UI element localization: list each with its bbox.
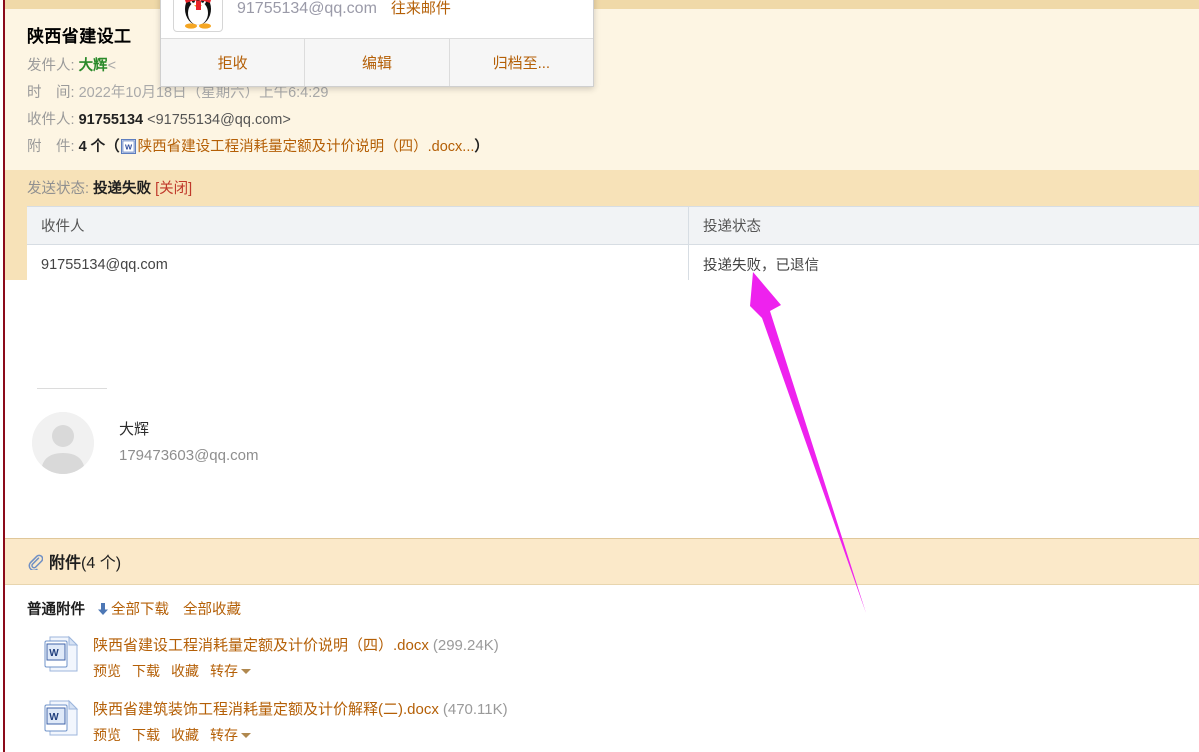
- save-to-link[interactable]: 转存: [210, 663, 238, 679]
- attachments-header: 附件(4 个): [5, 538, 1199, 585]
- chevron-down-icon[interactable]: [241, 733, 251, 738]
- delivery-status-close-link[interactable]: [关闭]: [155, 181, 192, 197]
- column-header-recipient: 收件人: [27, 206, 689, 245]
- contact-email: 91755134@qq.com: [237, 0, 377, 17]
- paperclip-icon: [27, 554, 44, 572]
- attachment-size: (299.24K): [432, 637, 499, 654]
- list-item: W 陕西省建筑装饰工程消耗量定额及计价解释(二).docx (470.11K) 预…: [27, 697, 1199, 747]
- attachment-info: 陕西省建筑装饰工程消耗量定额及计价解释(二).docx (470.11K) 预览下…: [93, 697, 508, 747]
- word-doc-icon: W: [120, 137, 136, 154]
- mail-header: 陕西省建设工 发件人: 大辉< 时 间: 2022年10月18日（星期六）上午6…: [5, 0, 1199, 170]
- avatar: [32, 412, 94, 474]
- to-label: 收件人:: [27, 112, 75, 128]
- signature-email: 179473603@qq.com: [119, 447, 259, 464]
- list-item: W 陕西省建设工程消耗量定额及计价说明（四）.docx (299.24K) 预览下…: [27, 633, 1199, 683]
- meta-row-to: 收件人: 91755134 <91755134@qq.com>: [27, 107, 1199, 134]
- attach-paren-close: ）: [474, 139, 489, 155]
- favorite-link[interactable]: 收藏: [171, 663, 199, 679]
- contact-card-top: 91755134@qq.com 往来邮件: [161, 0, 593, 38]
- favorite-link[interactable]: 收藏: [171, 727, 199, 743]
- attachment-name-link[interactable]: 陕西省建筑装饰工程消耗量定额及计价解释(二).docx: [93, 701, 439, 718]
- attachment-size: (470.11K): [442, 701, 508, 718]
- message-body: 大辉 179473603@qq.com: [5, 280, 1199, 538]
- attachment-name-link[interactable]: 陕西省建设工程消耗量定额及计价说明（四）.docx: [93, 637, 429, 654]
- attachments-body: 普通附件 全部下载 全部收藏 W 陕西省建设工程消耗量定额及计价说明（四）.do…: [5, 585, 1199, 747]
- page-left-border: [3, 0, 5, 752]
- attachment-actions: 预览 下载 收藏 转存: [93, 723, 508, 747]
- from-label: 发件人:: [27, 58, 75, 74]
- normal-attachments-label: 普通附件: [27, 602, 85, 618]
- save-to-link[interactable]: 转存: [210, 727, 238, 743]
- contact-card-popup[interactable]: 91755134@qq.com 往来邮件 拒收 编辑 归档至...: [160, 0, 594, 87]
- signature-divider: [37, 388, 107, 389]
- attachment-actions: 预览 下载 收藏 转存: [93, 659, 499, 683]
- delivery-status-label: 发送状态:: [27, 181, 90, 197]
- signature-block: 大辉 179473603@qq.com: [32, 412, 259, 474]
- download-arrow-icon: [97, 601, 109, 615]
- to-name[interactable]: 91755134: [79, 112, 144, 128]
- attachments-count: (4 个): [81, 555, 122, 572]
- preview-link[interactable]: 预览: [93, 663, 121, 679]
- preview-link[interactable]: 预览: [93, 727, 121, 743]
- attachments-title: 附件: [49, 555, 82, 572]
- attachment-name: 陕西省建设工程消耗量定额及计价说明（四）.docx (299.24K): [93, 633, 499, 659]
- attach-first-link[interactable]: 陕西省建设工程消耗量定额及计价说明（四）.docx...: [138, 139, 475, 155]
- svg-text:W: W: [49, 648, 59, 659]
- download-all-link[interactable]: 全部下载: [111, 602, 169, 618]
- from-bracket: <: [107, 58, 117, 74]
- word-doc-icon: W: [41, 633, 81, 675]
- signature-name: 大辉: [119, 421, 150, 438]
- to-address[interactable]: <91755134@qq.com>: [147, 112, 291, 128]
- attachment-name: 陕西省建筑装饰工程消耗量定额及计价解释(二).docx (470.11K): [93, 697, 508, 723]
- favorite-all-link[interactable]: 全部收藏: [183, 602, 241, 618]
- from-name[interactable]: 大辉: [79, 58, 108, 74]
- contact-card-lines: 91755134@qq.com 往来邮件: [237, 0, 451, 18]
- delivery-status-table: 收件人 投递状态 91755134@qq.com 投递失败，已退信: [27, 206, 1199, 286]
- attachments-toolbar: 普通附件 全部下载 全部收藏: [27, 599, 1199, 621]
- attach-label: 附 件:: [27, 139, 75, 155]
- time-value: 2022年10月18日（星期六）上午6:4:29: [78, 85, 329, 101]
- table-header-row: 收件人 投递状态: [27, 206, 1199, 245]
- attachment-info: 陕西省建设工程消耗量定额及计价说明（四）.docx (299.24K) 预览 下载收…: [93, 633, 499, 683]
- time-label: 时 间:: [27, 85, 75, 101]
- edit-button[interactable]: 编辑: [305, 39, 450, 86]
- delivery-status-value: 投递失败: [93, 181, 152, 197]
- contact-history-link[interactable]: 往来邮件: [391, 0, 451, 17]
- attachments-panel: 附件(4 个) 普通附件 全部下载 全部收藏 W 陕西省建设工程消耗量定额及计价…: [5, 538, 1199, 752]
- download-link[interactable]: 下载: [132, 727, 160, 743]
- qq-penguin-avatar-icon: [173, 0, 223, 32]
- svg-text:W: W: [125, 142, 133, 151]
- svg-text:W: W: [49, 712, 59, 723]
- attach-count: 4 个（: [78, 139, 120, 155]
- meta-row-attachments: 附 件: 4 个（ W 陕西省建设工程消耗量定额及计价说明（四）.docx...…: [27, 134, 1199, 161]
- signature-text: 大辉 179473603@qq.com: [119, 417, 259, 469]
- contact-card-actions: 拒收 编辑 归档至...: [161, 38, 593, 86]
- archive-to-button[interactable]: 归档至...: [450, 39, 593, 86]
- delivery-status-line: 发送状态: 投递失败 [关闭]: [27, 178, 1199, 200]
- delivery-status-band: 发送状态: 投递失败 [关闭] 收件人 投递状态 91755134@qq.com…: [5, 170, 1199, 286]
- column-header-status: 投递状态: [688, 206, 1199, 245]
- chevron-down-icon[interactable]: [241, 669, 251, 674]
- reject-button[interactable]: 拒收: [161, 39, 306, 86]
- download-link[interactable]: 下载: [132, 663, 160, 679]
- word-doc-icon: W: [41, 697, 81, 739]
